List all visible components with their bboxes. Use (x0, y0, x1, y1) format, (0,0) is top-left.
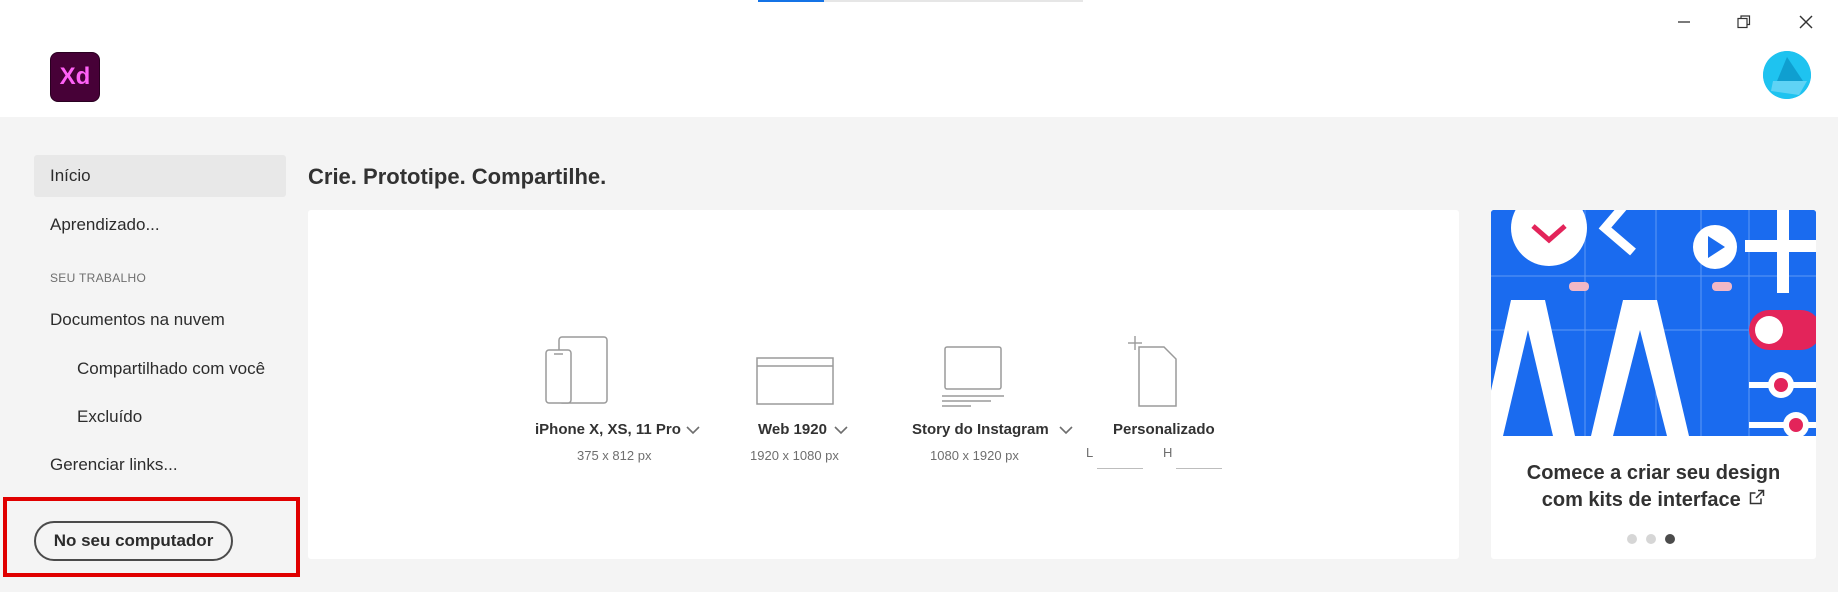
minimize-button[interactable] (1661, 8, 1707, 36)
promo-card-ui-kits[interactable]: Comece a criar seu design com kits de in… (1491, 210, 1816, 559)
external-link-icon (1750, 489, 1765, 505)
loading-progress-bar (758, 0, 1083, 2)
minimize-icon (1678, 21, 1690, 23)
sidebar-item-label: Excluído (77, 407, 143, 426)
devices-icon (545, 336, 608, 404)
chevron-down-icon[interactable] (686, 425, 700, 435)
preset-name: Story do Instagram (912, 421, 1049, 438)
sidebar-item-label: Aprendizado... (50, 215, 160, 234)
preset-size: 375 x 812 px (577, 448, 652, 463)
chevron-down-icon[interactable] (1059, 425, 1073, 435)
section-label-your-work: SEU TRABALHO (50, 271, 147, 285)
close-icon (1799, 15, 1813, 29)
preset-custom[interactable]: Personalizado L H (1073, 210, 1263, 559)
sidebar-item-shared-with-you[interactable]: Compartilhado com você (34, 348, 286, 390)
page-headline: Crie. Prototipe. Compartilhe. (308, 164, 607, 189)
xd-logo: Xd (50, 52, 100, 102)
document-presets-panel: iPhone X, XS, 11 Pro 375 x 812 px Web 19… (308, 210, 1459, 559)
browser-icon (756, 357, 834, 405)
restore-button[interactable] (1721, 8, 1767, 36)
preset-name: Personalizado (1113, 421, 1215, 438)
restore-icon (1737, 15, 1751, 29)
sidebar-item-label: Compartilhado com você (77, 359, 266, 378)
sidebar-item-home[interactable]: Início (34, 155, 286, 197)
chevron-down-icon[interactable] (834, 425, 848, 435)
height-input[interactable] (1176, 468, 1222, 469)
title-bar: Xd (0, 0, 1838, 117)
logo-text: Xd (59, 63, 91, 90)
preset-name: Web 1920 (758, 421, 827, 438)
height-label: H (1163, 445, 1173, 460)
promo-line-1: Comece a criar seu design (1526, 462, 1781, 484)
preset-iphone[interactable]: iPhone X, XS, 11 Pro 375 x 812 px (535, 210, 700, 559)
carousel-dot-3[interactable] (1665, 534, 1675, 544)
sidebar-item-learn[interactable]: Aprendizado... (34, 204, 286, 246)
sidebar-item-label: Início (50, 166, 91, 185)
annotation-highlight-box (3, 497, 300, 577)
promo-line-2: com kits de interface (1491, 487, 1816, 514)
custom-document-icon (1128, 336, 1177, 407)
carousel-dots (1627, 534, 1675, 544)
width-input[interactable] (1097, 468, 1143, 469)
promo-line-2-text: com kits de interface (1541, 489, 1741, 511)
avatar-image (1763, 51, 1811, 99)
preset-instagram-story[interactable]: Story do Instagram 1080 x 1920 px (904, 210, 1074, 559)
sidebar-item-deleted[interactable]: Excluído (34, 396, 286, 438)
carousel-dot-2[interactable] (1646, 534, 1656, 544)
carousel-dot-1[interactable] (1627, 534, 1637, 544)
preset-web-1920[interactable]: Web 1920 1920 x 1080 px (730, 210, 850, 559)
user-avatar[interactable] (1763, 51, 1811, 99)
ui-kit-illustration (1491, 210, 1816, 436)
sidebar-item-cloud-documents[interactable]: Documentos na nuvem (34, 299, 286, 341)
close-button[interactable] (1783, 8, 1829, 36)
preset-size: 1080 x 1920 px (930, 448, 1019, 463)
monitor-icon (942, 346, 1004, 407)
width-label: L (1086, 445, 1094, 460)
sidebar-item-manage-links[interactable]: Gerenciar links... (34, 444, 286, 486)
promo-text: Comece a criar seu design com kits de in… (1491, 460, 1816, 514)
preset-name: iPhone X, XS, 11 Pro (535, 421, 681, 438)
preset-size: 1920 x 1080 px (750, 448, 839, 463)
sidebar-item-label: Documentos na nuvem (50, 310, 225, 329)
sidebar-item-label: Gerenciar links... (50, 455, 178, 474)
